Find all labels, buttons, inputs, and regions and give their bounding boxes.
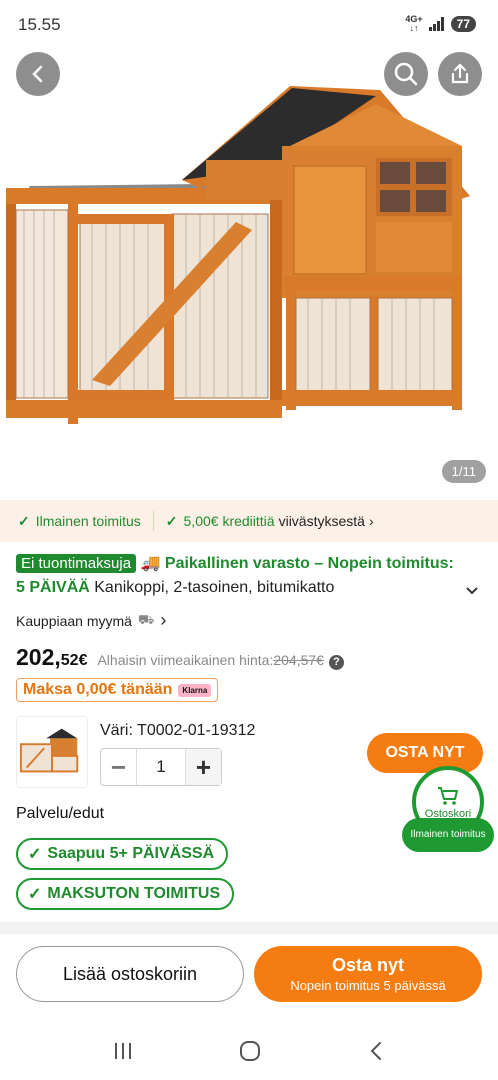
- search-icon: [394, 62, 418, 86]
- section-divider: [0, 922, 498, 934]
- status-icons: 4G+ ↓↑ 77: [405, 15, 476, 33]
- free-shipping-pill-label: MAKSUTON TOIMITUS: [47, 885, 221, 902]
- delivery-pill-label: Saapuu 5+ PÄIVÄSSÄ: [47, 845, 215, 862]
- divider: [152, 511, 154, 531]
- price-cents: 52€: [60, 652, 88, 669]
- quantity-value[interactable]: 1: [137, 757, 185, 777]
- check-icon: ✓: [18, 512, 30, 529]
- no-import-fee-badge: Ei tuontimaksuja: [16, 554, 137, 573]
- network-indicator: 4G+ ↓↑: [405, 15, 422, 33]
- benefits-strip[interactable]: ✓ Ilmainen toimitus ✓ 5,00€ krediittiä v…: [0, 500, 498, 542]
- network-arrows: ↓↑: [409, 23, 419, 33]
- search-button[interactable]: [384, 52, 428, 96]
- price-note: Alhaisin viimeaikainen hinta:: [97, 652, 274, 668]
- delivery-pill: ✓ Saapuu 5+ PÄIVÄSSÄ: [16, 838, 229, 870]
- home-icon[interactable]: [238, 1039, 262, 1063]
- truck-icon: 🚚: [140, 555, 161, 572]
- decrease-button[interactable]: −: [101, 749, 137, 785]
- benefit-credit-suffix: viivästyksestä: [278, 513, 365, 529]
- status-time: 15.55: [18, 15, 61, 34]
- battery-icon: 77: [450, 16, 476, 32]
- variant-label: Väri: T0002-01-19312: [100, 722, 256, 739]
- recent-apps-icon[interactable]: [112, 1041, 134, 1061]
- chevron-right-icon: ›: [160, 610, 167, 630]
- chevron-right-icon: ›: [368, 513, 374, 529]
- floating-cart[interactable]: Ostoskori Ilmainen toimitus: [402, 766, 494, 856]
- pay-today-text: Maksa 0,00€ tänään: [23, 681, 173, 698]
- chevron-left-icon: [32, 65, 43, 83]
- product-gallery[interactable]: 1/11: [0, 50, 498, 490]
- chevron-down-icon[interactable]: [464, 582, 480, 598]
- signal-icon: [428, 17, 445, 31]
- seller-icon: ⛟: [137, 611, 155, 627]
- check-icon: ✓: [28, 886, 42, 903]
- benefit-free-shipping: Ilmainen toimitus: [35, 513, 141, 529]
- cart-ribbon: Ilmainen toimitus: [402, 818, 494, 852]
- image-counter: 1/11: [441, 460, 486, 483]
- info-icon[interactable]: ?: [328, 655, 344, 670]
- back-button[interactable]: [16, 52, 60, 96]
- check-icon: ✓: [165, 512, 178, 529]
- buy-now-button[interactable]: Osta nyt Nopein toimitus 5 päivässä: [254, 946, 482, 1002]
- seller-link[interactable]: Kauppiaan myymä ⛟ ›: [16, 610, 166, 631]
- quantity-stepper[interactable]: − 1 +: [100, 748, 222, 786]
- buy-now-label: Osta nyt: [331, 955, 405, 975]
- price-old: 204,57€: [273, 652, 324, 668]
- add-to-cart-button[interactable]: Lisää ostoskoriin: [16, 946, 244, 1002]
- status-bar: 15.55 4G+ ↓↑ 77: [0, 0, 498, 50]
- price-row: 202, 52€ Alhaisin viimeaikainen hinta: 2…: [16, 644, 344, 671]
- bottom-action-bar: Lisää ostoskoriin Osta nyt Nopein toimit…: [0, 934, 498, 1014]
- share-button[interactable]: [438, 52, 482, 96]
- free-shipping-pill: ✓ MAKSUTON TOIMITUS: [16, 878, 235, 910]
- buy-now-sublabel: Nopein toimitus 5 päivässä: [290, 978, 446, 993]
- price-main: 202,: [16, 644, 61, 670]
- services-title: Palvelu/edut: [16, 805, 105, 822]
- cart-icon: [438, 786, 458, 805]
- klarna-logo: Klarna: [178, 683, 212, 697]
- increase-button[interactable]: +: [185, 749, 221, 785]
- check-icon: ✓: [28, 846, 42, 863]
- share-icon: [451, 63, 469, 84]
- seller-label: Kauppiaan myymä: [16, 612, 132, 629]
- back-nav-icon[interactable]: [366, 1040, 386, 1062]
- system-nav-bar: [0, 1022, 498, 1080]
- title-text: Kanikoppi, 2-tasoinen, bitumikatto: [94, 579, 335, 596]
- product-image: [6, 86, 470, 424]
- klarna-pay-banner[interactable]: Maksa 0,00€ tänään Klarna: [16, 678, 219, 702]
- benefit-credit: 5,00€ krediittiä: [183, 513, 275, 529]
- product-title: Ei tuontimaksuja 🚚 Paikallinen varasto –…: [16, 552, 466, 600]
- variant-thumbnail[interactable]: [16, 716, 88, 788]
